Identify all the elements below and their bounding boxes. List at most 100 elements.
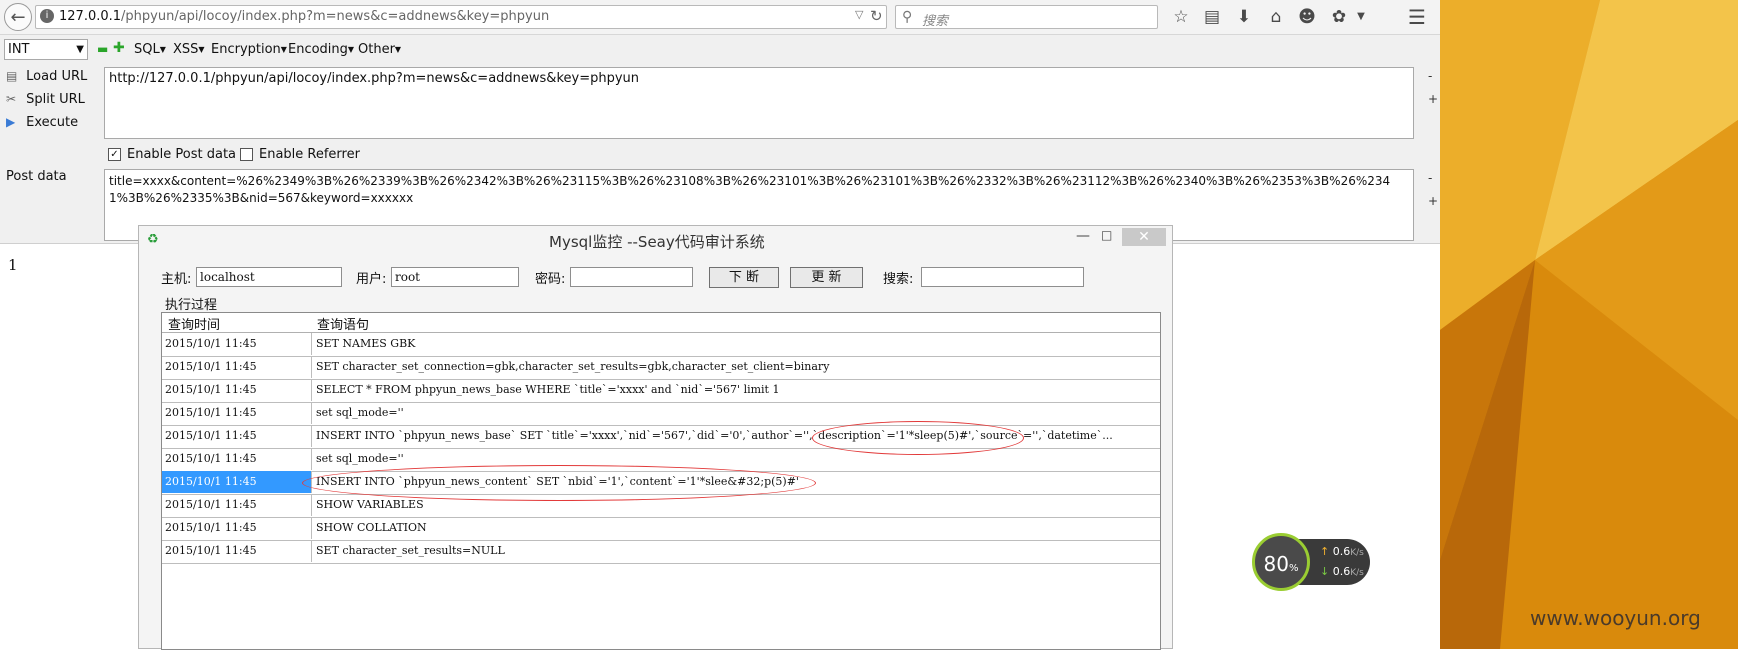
extension-dropdown-icon[interactable]: ▼ [1350,6,1372,28]
search-icon: ⚲ [902,9,913,25]
navigation-toolbar: ← i 127.0.0.1/phpyun/api/locoy/index.php… [0,0,1440,35]
menu-sql[interactable]: SQL▼ [134,42,166,57]
column-header-sql[interactable]: 查询语句 [317,314,369,333]
url-expand-icon[interactable]: + [1428,92,1438,106]
network-monitor-widget[interactable]: ↑ 0.6K/s ↓ 0.6K/s 80% [1252,533,1370,591]
dropdown-arrow-icon: ▼ [394,45,402,54]
break-button[interactable]: 下 断 [709,267,779,288]
table-row[interactable]: 2015/10/1 11:45 SET character_set_results… [162,540,1160,564]
search-label: 搜索: [883,272,914,287]
bookmark-star-icon[interactable]: ☆ [1170,6,1192,28]
chat-icon[interactable]: ☻ [1296,6,1318,28]
menu-encryption[interactable]: Encryption▼ [211,42,287,57]
menu-icon[interactable]: ☰ [1406,6,1428,28]
scissors-icon: ✂ [6,92,17,106]
execute-label: Execute [26,115,79,130]
search-bar[interactable]: ⚲ 搜索 [895,5,1158,29]
user-label: 用户: [356,272,387,287]
site-info-icon[interactable]: i [40,9,54,23]
url-host: 127.0.0.1 [59,9,122,24]
back-arrow-icon: ← [10,6,26,28]
enable-referrer-checkbox[interactable]: Enable Referrer [240,147,360,162]
menu-encoding-label: Encoding [288,42,348,57]
host-label: 主机: [161,272,192,287]
refresh-button[interactable]: 更 新 [790,267,863,288]
url-history-dropdown-icon[interactable]: ▽ [855,8,863,21]
type-select-value: INT [8,42,30,57]
search-field[interactable] [921,267,1084,287]
row-time: 2015/10/1 11:45 [162,540,312,562]
menu-xss[interactable]: XSS▼ [173,42,205,57]
row-sql: SHOW COLLATION [316,521,427,534]
table-row[interactable]: 2015/10/1 11:45 SELECT * FROM phpyun_news… [162,379,1160,403]
load-url-icon: ▤ [6,69,18,83]
user-input[interactable]: root [391,267,519,287]
search-input[interactable]: 搜索 [922,10,948,29]
page-output-text: 1 [8,256,18,274]
download-icon[interactable]: ⬇ [1233,6,1255,28]
type-select[interactable]: INT ▼ [4,39,88,60]
dropdown-arrow-icon: ▼ [198,45,205,54]
highlight-ellipse-description [812,421,1024,455]
download-rate: ↓ 0.6K/s [1320,565,1364,578]
row-time: 2015/10/1 11:45 [162,379,312,401]
post-expand-icon[interactable]: + [1428,194,1438,208]
window-titlebar[interactable]: ♻ Mysql监控 --Seay代码审计系统 — □ ✕ [139,226,1172,252]
browser-window: ← i 127.0.0.1/phpyun/api/locoy/index.php… [0,0,1440,650]
memory-usage-circle: 80% [1252,533,1310,591]
reload-icon[interactable]: ↻ [870,7,883,25]
decrease-icon[interactable]: ▬ [97,42,108,56]
upload-rate-value: 0.6 [1332,545,1351,558]
url-shrink-icon[interactable]: - [1428,69,1432,83]
group-label: 执行过程 [165,298,218,313]
post-shrink-icon[interactable]: - [1428,171,1432,185]
highlight-ellipse-content [302,465,816,501]
dropdown-arrow-icon: ▼ [159,45,166,54]
bookmarks-list-icon[interactable]: ▤ [1201,6,1223,28]
table-row[interactable]: 2015/10/1 11:45 SHOW COLLATION [162,517,1160,541]
dropdown-arrow-icon: ▼ [347,45,355,54]
url-bar[interactable]: i 127.0.0.1/phpyun/api/locoy/index.php?m… [35,5,887,29]
load-url-button[interactable]: ▤ Load URL [6,69,87,89]
password-label: 密码: [535,272,566,287]
memory-percent: 80% [1255,552,1307,576]
column-header-time[interactable]: 查询时间 [168,314,220,333]
table-row[interactable]: 2015/10/1 11:45 SET character_set_connect… [162,356,1160,380]
memory-percent-unit: % [1288,563,1299,574]
row-time: 2015/10/1 11:45 [162,448,312,470]
password-input[interactable] [570,267,693,287]
enable-post-checkbox[interactable]: ✓ Enable Post data [108,147,236,162]
menu-xss-label: XSS [173,42,199,57]
increase-icon[interactable]: ✚ [113,40,125,56]
url-text[interactable]: 127.0.0.1/phpyun/api/locoy/index.php?m=n… [59,9,549,24]
row-time: 2015/10/1 11:45 [162,356,312,378]
split-url-button[interactable]: ✂ Split URL [6,92,85,112]
row-sql: SET character_set_results=NULL [316,544,505,557]
menu-other[interactable]: Other▼ [358,42,401,57]
table-row[interactable]: 2015/10/1 11:45 set sql_mode='' [162,402,1160,426]
host-input[interactable]: localhost [196,267,342,287]
home-icon[interactable]: ⌂ [1265,6,1287,28]
menu-other-label: Other [358,42,395,57]
extension-icon[interactable]: ✿ [1328,6,1350,28]
chevron-down-icon: ▼ [76,44,84,55]
desktop-wallpaper [1440,0,1738,649]
back-button[interactable]: ← [4,3,32,31]
row-time: 2015/10/1 11:45 [162,471,312,493]
download-arrow-icon: ↓ [1320,565,1330,578]
row-time: 2015/10/1 11:45 [162,425,312,447]
row-sql: SELECT * FROM phpyun_news_base WHERE `ti… [316,383,780,396]
enable-referrer-label: Enable Referrer [259,147,360,162]
mysql-monitor-window: ♻ Mysql监控 --Seay代码审计系统 — □ ✕ 主机: localho… [138,225,1173,650]
minimize-icon[interactable]: — [1076,228,1090,244]
close-icon[interactable]: ✕ [1122,228,1166,246]
menu-encryption-label: Encryption [211,42,281,57]
execute-button[interactable]: ▶ Execute [6,115,78,135]
checkbox-unchecked-icon [240,148,253,161]
maximize-icon[interactable]: □ [1101,228,1112,242]
url-textarea[interactable]: http://127.0.0.1/phpyun/api/locoy/index.… [104,67,1414,139]
menu-encoding[interactable]: Encoding▼ [288,42,354,57]
table-row[interactable]: 2015/10/1 11:45 SET NAMES GBK [162,333,1160,357]
row-sql: set sql_mode='' [316,406,404,419]
url-path: /phpyun/api/locoy/index.php?m=news&c=add… [121,9,550,24]
